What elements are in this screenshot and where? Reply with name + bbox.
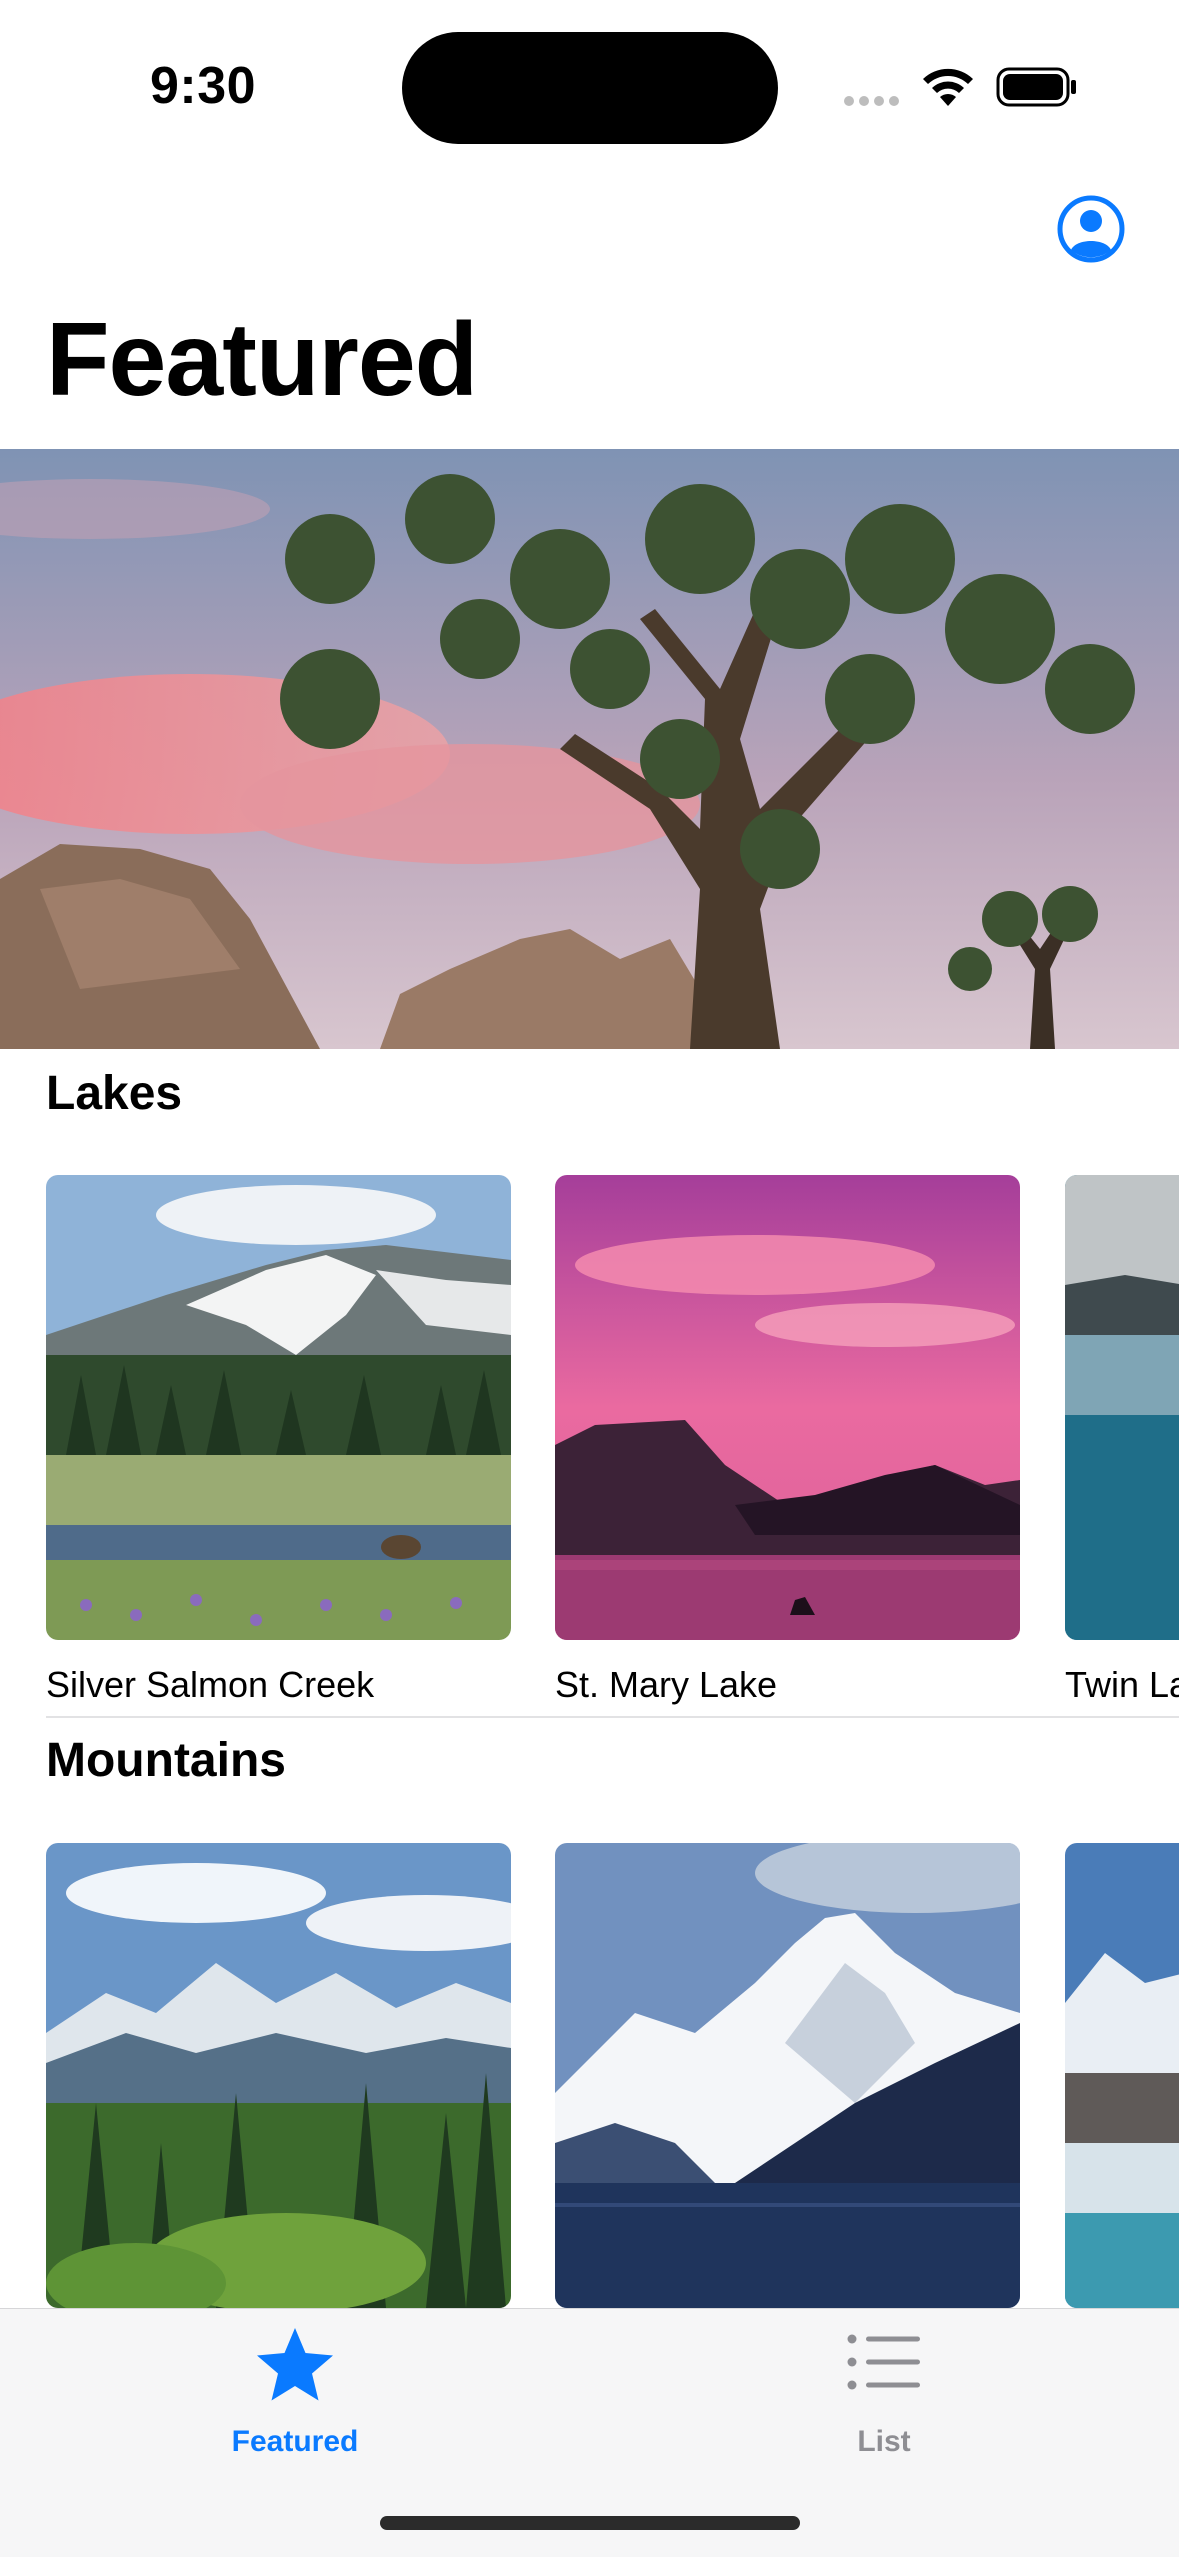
tab-list[interactable]: List — [724, 2309, 1044, 2469]
lake-card[interactable]: Silver Salmon Creek — [46, 1175, 511, 1706]
lakes-carousel[interactable]: Silver Salmon Creek St. Mary Lake Twin L — [0, 1175, 1179, 1715]
mountain-photo — [46, 1843, 511, 2308]
person-circle-icon — [1057, 195, 1125, 263]
lake-name: St. Mary Lake — [555, 1664, 778, 1705]
profile-button[interactable] — [1056, 194, 1126, 264]
mountain-card[interactable] — [1065, 1843, 1179, 2308]
star-icon — [257, 2328, 333, 2401]
lake-name: Twin Lake — [1065, 1664, 1179, 1705]
lake-name: Silver Salmon Creek — [46, 1664, 375, 1705]
status-time: 9:30 — [150, 57, 257, 115]
home-indicator — [380, 2516, 800, 2530]
list-icon — [847, 2334, 920, 2390]
section-divider — [46, 1716, 1179, 1718]
page-title: Featured — [46, 302, 478, 418]
mountains-carousel[interactable] — [0, 1843, 1179, 2308]
tab-list-label: List — [857, 2425, 911, 2458]
lake-photo — [46, 1175, 511, 1640]
mountain-card[interactable] — [555, 1843, 1020, 2308]
tab-featured[interactable]: Featured — [135, 2309, 455, 2469]
lake-photo — [555, 1175, 1020, 1640]
lake-card[interactable]: St. Mary Lake — [555, 1175, 1020, 1706]
wifi-icon — [920, 66, 976, 115]
tab-featured-label: Featured — [231, 2425, 359, 2458]
featured-hero-image[interactable] — [0, 449, 1179, 1049]
mountain-photo — [1065, 1843, 1179, 2308]
cellular-signal-icon — [844, 93, 906, 106]
lake-card[interactable]: Twin Lake — [1065, 1175, 1179, 1706]
section-title-lakes: Lakes — [46, 1067, 183, 1120]
battery-icon — [996, 66, 1078, 113]
mountain-card[interactable] — [46, 1843, 511, 2308]
section-title-mountains: Mountains — [46, 1734, 286, 1787]
lake-photo — [1065, 1175, 1179, 1640]
dynamic-island — [402, 32, 778, 144]
mountain-photo — [555, 1843, 1020, 2308]
